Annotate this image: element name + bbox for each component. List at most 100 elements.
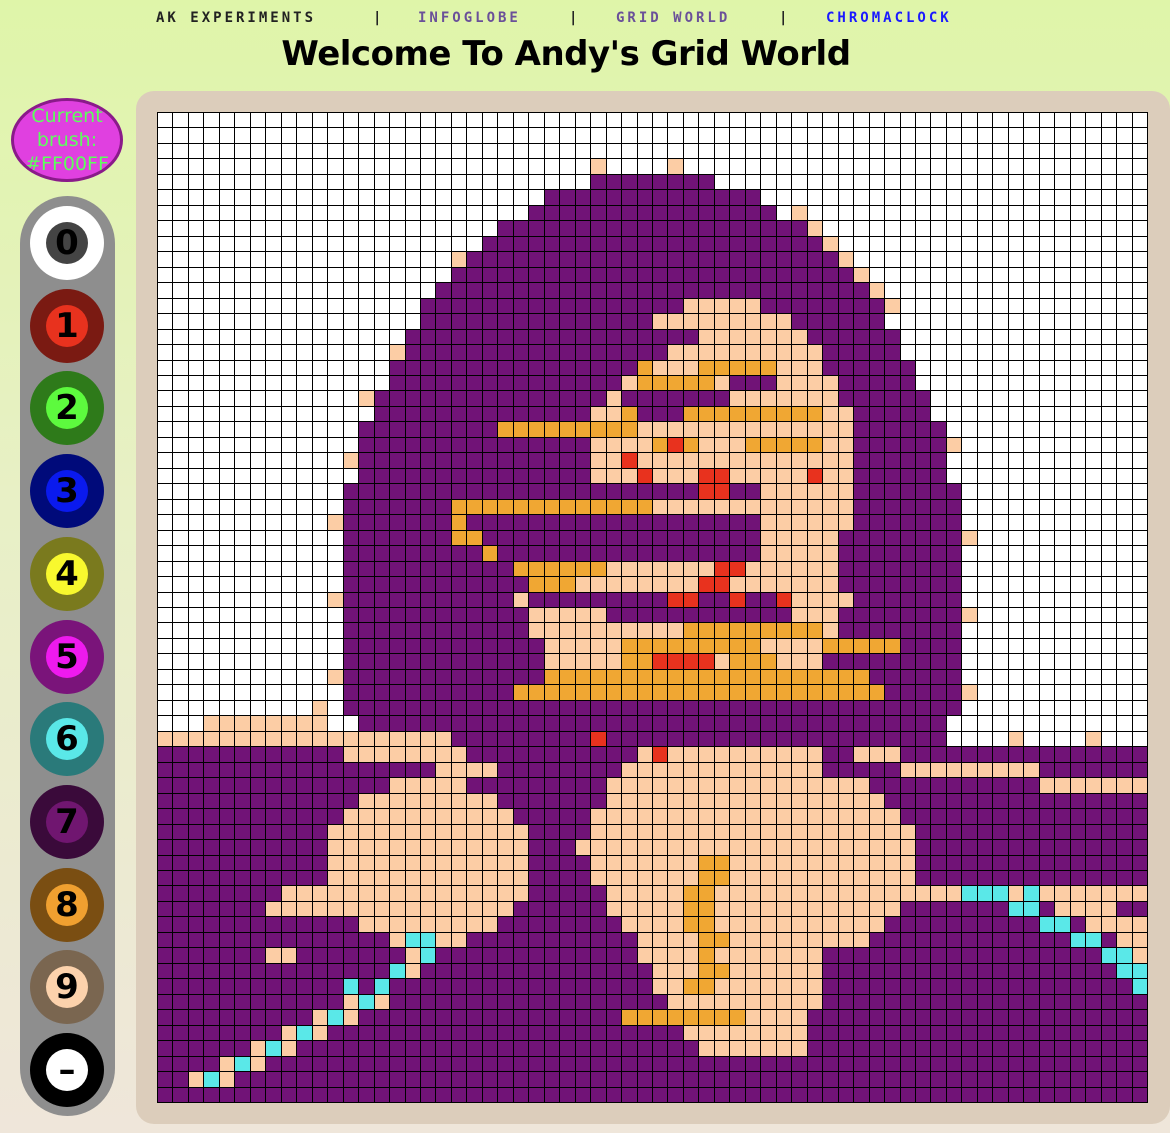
grid-cell[interactable] xyxy=(467,793,482,809)
grid-cell[interactable] xyxy=(1039,901,1055,917)
grid-cell[interactable] xyxy=(915,437,931,453)
grid-cell[interactable] xyxy=(560,499,575,515)
grid-cell[interactable] xyxy=(1070,468,1086,484)
grid-cell[interactable] xyxy=(204,886,219,901)
grid-cell[interactable] xyxy=(281,716,297,731)
grid-cell[interactable] xyxy=(328,314,343,329)
grid-cell[interactable] xyxy=(915,700,931,716)
grid-cell[interactable] xyxy=(158,484,173,499)
grid-cell[interactable] xyxy=(451,778,467,793)
grid-cell[interactable] xyxy=(946,283,962,298)
grid-cell[interactable] xyxy=(436,484,451,499)
grid-cell[interactable] xyxy=(683,669,699,685)
grid-cell[interactable] xyxy=(560,468,575,484)
grid-cell[interactable] xyxy=(1055,778,1070,793)
grid-cell[interactable] xyxy=(359,1010,374,1025)
grid-cell[interactable] xyxy=(807,252,823,267)
grid-cell[interactable] xyxy=(297,979,312,994)
grid-cell[interactable] xyxy=(900,159,915,174)
grid-cell[interactable] xyxy=(1132,963,1147,979)
grid-cell[interactable] xyxy=(854,329,869,345)
grid-cell[interactable] xyxy=(266,375,281,391)
grid-cell[interactable] xyxy=(1055,1056,1070,1072)
grid-cell[interactable] xyxy=(1101,314,1117,329)
grid-cell[interactable] xyxy=(668,917,683,932)
grid-cell[interactable] xyxy=(219,623,235,638)
grid-cell[interactable] xyxy=(158,793,173,809)
grid-cell[interactable] xyxy=(266,700,281,716)
grid-cell[interactable] xyxy=(498,747,513,762)
grid-cell[interactable] xyxy=(591,963,606,979)
grid-cell[interactable] xyxy=(931,855,946,870)
grid-cell[interactable] xyxy=(498,159,513,174)
grid-cell[interactable] xyxy=(158,700,173,716)
grid-cell[interactable] xyxy=(544,1041,560,1056)
grid-cell[interactable] xyxy=(1024,437,1039,453)
grid-cell[interactable] xyxy=(1070,809,1086,824)
grid-cell[interactable] xyxy=(451,468,467,484)
grid-cell[interactable] xyxy=(482,963,498,979)
grid-cell[interactable] xyxy=(668,809,683,824)
grid-cell[interactable] xyxy=(745,360,761,375)
grid-cell[interactable] xyxy=(312,1087,328,1102)
grid-cell[interactable] xyxy=(792,886,807,901)
grid-cell[interactable] xyxy=(297,283,312,298)
grid-cell[interactable] xyxy=(420,360,436,375)
grid-cell[interactable] xyxy=(173,174,188,190)
grid-cell[interactable] xyxy=(188,515,204,530)
grid-cell[interactable] xyxy=(962,283,977,298)
grid-cell[interactable] xyxy=(885,298,900,314)
grid-cell[interactable] xyxy=(1024,1087,1039,1102)
grid-cell[interactable] xyxy=(513,793,529,809)
grid-cell[interactable] xyxy=(420,391,436,406)
grid-cell[interactable] xyxy=(482,669,498,685)
grid-cell[interactable] xyxy=(405,391,420,406)
grid-cell[interactable] xyxy=(714,422,730,437)
grid-cell[interactable] xyxy=(266,221,281,236)
grid-cell[interactable] xyxy=(544,793,560,809)
grid-cell[interactable] xyxy=(683,515,699,530)
grid-cell[interactable] xyxy=(312,360,328,375)
grid-cell[interactable] xyxy=(622,484,637,499)
grid-cell[interactable] xyxy=(838,252,854,267)
grid-cell[interactable] xyxy=(158,623,173,638)
grid-cell[interactable] xyxy=(668,592,683,607)
grid-cell[interactable] xyxy=(962,731,977,747)
grid-cell[interactable] xyxy=(1039,932,1055,948)
grid-cell[interactable] xyxy=(637,592,652,607)
grid-cell[interactable] xyxy=(838,700,854,716)
grid-cell[interactable] xyxy=(869,205,885,221)
grid-cell[interactable] xyxy=(946,546,962,561)
grid-cell[interactable] xyxy=(390,561,405,577)
grid-cell[interactable] xyxy=(683,113,699,128)
grid-cell[interactable] xyxy=(900,1025,915,1041)
grid-cell[interactable] xyxy=(962,1072,977,1087)
grid-cell[interactable] xyxy=(297,391,312,406)
grid-cell[interactable] xyxy=(1055,716,1070,731)
grid-cell[interactable] xyxy=(451,592,467,607)
grid-cell[interactable] xyxy=(962,608,977,623)
grid-cell[interactable] xyxy=(328,855,343,870)
grid-cell[interactable] xyxy=(1101,190,1117,205)
grid-cell[interactable] xyxy=(1055,762,1070,778)
grid-cell[interactable] xyxy=(931,499,946,515)
grid-cell[interactable] xyxy=(869,221,885,236)
grid-cell[interactable] xyxy=(1132,236,1147,252)
grid-cell[interactable] xyxy=(653,654,668,669)
grid-cell[interactable] xyxy=(297,901,312,917)
grid-cell[interactable] xyxy=(374,840,390,855)
grid-cell[interactable] xyxy=(158,360,173,375)
grid-cell[interactable] xyxy=(467,298,482,314)
grid-cell[interactable] xyxy=(714,809,730,824)
grid-cell[interactable] xyxy=(219,391,235,406)
grid-cell[interactable] xyxy=(1008,484,1024,499)
grid-cell[interactable] xyxy=(838,1056,854,1072)
grid-cell[interactable] xyxy=(436,1041,451,1056)
grid-cell[interactable] xyxy=(297,716,312,731)
grid-cell[interactable] xyxy=(591,669,606,685)
grid-cell[interactable] xyxy=(714,700,730,716)
grid-cell[interactable] xyxy=(219,143,235,159)
grid-cell[interactable] xyxy=(1070,267,1086,283)
grid-cell[interactable] xyxy=(482,608,498,623)
grid-cell[interactable] xyxy=(513,546,529,561)
